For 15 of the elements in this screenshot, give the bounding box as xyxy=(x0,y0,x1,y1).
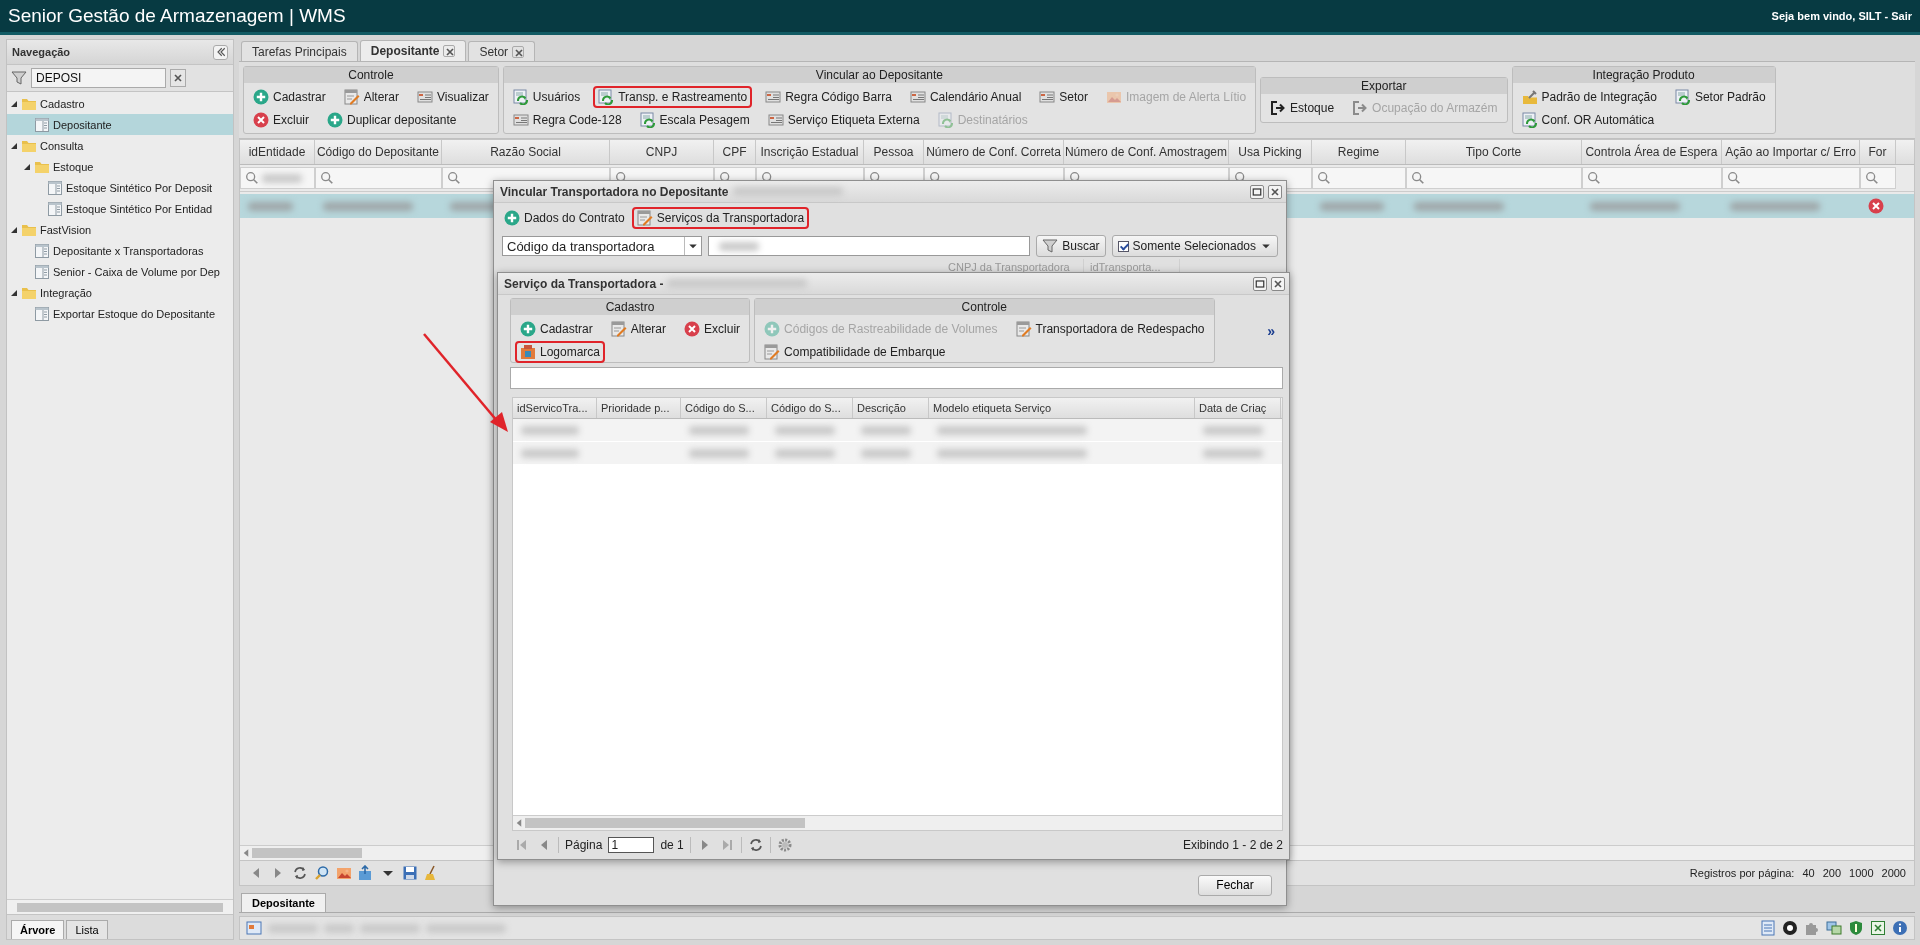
group-title: Controle xyxy=(755,299,1214,315)
panel-title: Navegação xyxy=(12,46,71,58)
group-title: Vincular ao Depositante xyxy=(503,67,1256,83)
page-label: Página xyxy=(565,838,603,852)
paging-summary: Exibindo 1 - 2 de 2 xyxy=(1182,838,1283,852)
app-title: Senior Gestão de Armazenagem | WMS xyxy=(8,5,346,27)
group-title: Cadastro xyxy=(511,299,750,315)
group-title: Exportar xyxy=(1261,78,1507,94)
records-per-page-label: Registros por página: xyxy=(1689,867,1795,879)
dialog-title: Vincular Transportadora no Depositante xyxy=(500,184,729,199)
group-title: Controle xyxy=(244,67,498,83)
group-title: Integração Produto xyxy=(1512,67,1775,83)
page-count: de 1 xyxy=(660,838,684,852)
welcome-text: Seja bem vindo, SILT - xyxy=(1771,10,1890,22)
dialog-title: Serviço da Transportadora - xyxy=(504,276,664,291)
